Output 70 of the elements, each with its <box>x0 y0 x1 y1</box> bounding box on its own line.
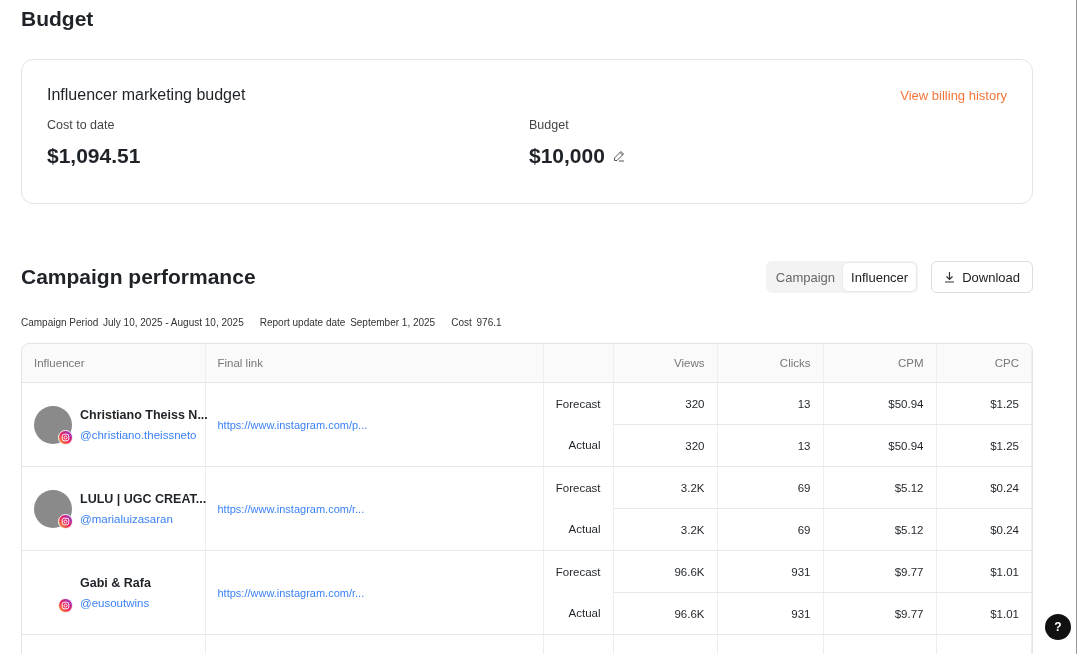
table-cell: $50.94 <box>823 424 936 467</box>
table-cell: 69 <box>717 466 823 509</box>
column-header: Final link <box>205 344 543 383</box>
final-link[interactable]: https://www.instagram.com/p... <box>217 418 368 431</box>
table-cell: $0.24 <box>936 466 1032 509</box>
meta-value: 976.1 <box>476 317 502 328</box>
table-cell: 96.6K <box>613 550 717 593</box>
table-cell: $0.24 <box>936 508 1032 551</box>
section-title: Campaign performance <box>21 265 256 289</box>
table-cell: $9.77 <box>823 592 936 635</box>
table-cell: $50.94 <box>823 382 936 425</box>
instagram-icon <box>58 597 73 613</box>
table-cell: $5.12 <box>823 508 936 551</box>
metric-label: Actual <box>543 424 613 467</box>
avatar <box>34 405 72 444</box>
pencil-icon[interactable] <box>612 150 625 162</box>
column-header: Views <box>613 344 717 383</box>
metric-label: Forecast <box>543 466 613 509</box>
table-cell: 931 <box>717 550 823 593</box>
table-cell: $9.77 <box>823 550 936 593</box>
stat-value: $1,094.51 <box>47 144 141 168</box>
page-title: Budget <box>21 6 95 32</box>
instagram-icon <box>58 429 73 445</box>
download-icon <box>944 271 956 283</box>
table-cell: $1.01 <box>936 550 1032 593</box>
influencer-handle[interactable]: @eusoutwins <box>80 597 151 609</box>
table-cell: 3.2K <box>613 508 717 551</box>
influencer-handle[interactable]: @christiano.theissneto <box>80 429 208 441</box>
meta-label: Cost <box>451 317 472 328</box>
table-cell: $1.01 <box>936 592 1032 635</box>
table-cell: 320 <box>613 424 717 467</box>
stat-label: Cost to date <box>47 118 116 132</box>
table-cell: 320 <box>613 382 717 425</box>
metric-label: Forecast <box>543 550 613 593</box>
view-tab[interactable]: Influencer <box>843 263 917 291</box>
table-cell: 96.6K <box>613 592 717 635</box>
metric-label: Forecast <box>543 382 613 425</box>
table-cell: 3.2K <box>613 466 717 509</box>
influencer-handle[interactable]: @marialuizasaran <box>80 513 207 525</box>
stat-value: $10,000 <box>529 144 605 168</box>
view-tab[interactable]: Campaign <box>767 263 844 291</box>
avatar <box>34 489 72 528</box>
billing-history-link[interactable]: View billing history <box>900 87 1007 103</box>
table-cell: 13 <box>717 424 823 467</box>
table-cell: $1.25 <box>936 424 1032 467</box>
influencer-name: LULU | UGC CREAT... <box>80 492 207 506</box>
meta-label: Campaign Period <box>21 317 99 328</box>
instagram-icon <box>58 513 73 529</box>
download-button[interactable]: Download <box>931 261 1033 293</box>
influencer-name: Gabi & Rafa <box>80 576 151 590</box>
metric-label: Actual <box>543 592 613 635</box>
table-cell: 931 <box>717 592 823 635</box>
column-header: CPC <box>936 344 1032 383</box>
table-cell: 13 <box>717 382 823 425</box>
card-title: Influencer marketing budget <box>47 86 246 104</box>
final-link[interactable]: https://www.instagram.com/r... <box>217 502 365 515</box>
table-cell: $1.25 <box>936 382 1032 425</box>
meta-label: Report update date <box>259 317 346 328</box>
influencer-name: Christiano Theiss N... <box>80 408 208 422</box>
help-button[interactable]: ? <box>1045 614 1071 640</box>
column-header: Influencer <box>22 344 205 383</box>
meta-value: September 1, 2025 <box>350 317 436 328</box>
metric-label: Actual <box>543 508 613 551</box>
final-link[interactable]: https://www.instagram.com/r... <box>217 586 365 599</box>
table-cell: $5.12 <box>823 466 936 509</box>
stat-label: Budget <box>529 118 570 132</box>
table-cell: 69 <box>717 508 823 551</box>
column-header: CPM <box>823 344 936 383</box>
column-header: Clicks <box>717 344 823 383</box>
meta-value: July 10, 2025 - August 10, 2025 <box>103 317 244 328</box>
